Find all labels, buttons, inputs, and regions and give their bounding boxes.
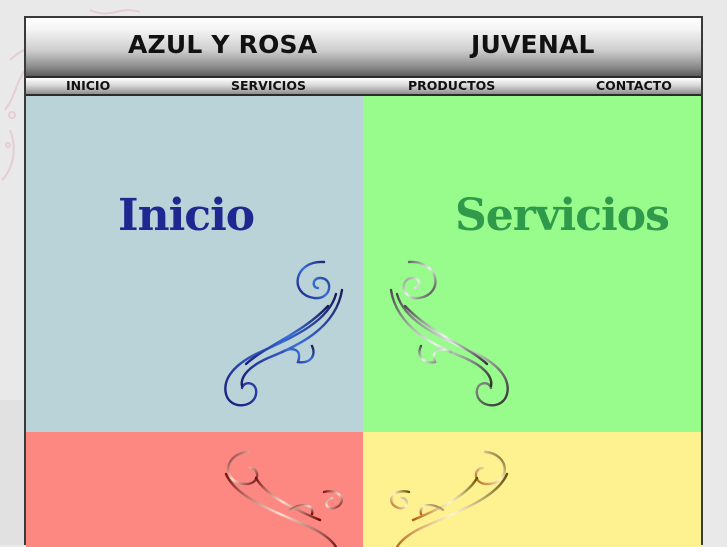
swirl-ornament-icon bbox=[389, 260, 509, 407]
brand-name-right: JUVENAL bbox=[471, 30, 595, 59]
nav-contacto[interactable]: CONTACTO bbox=[596, 78, 672, 94]
tile-contacto[interactable] bbox=[363, 432, 701, 547]
tile-title-inicio: Inicio bbox=[118, 190, 255, 241]
main-nav: INICIO SERVICIOS PRODUCTOS CONTACTO bbox=[26, 78, 701, 96]
tile-servicios[interactable]: Servicios bbox=[363, 96, 701, 432]
page-frame: AZUL Y ROSA JUVENAL INICIO SERVICIOS PRO… bbox=[24, 16, 703, 547]
swirl-ornament-icon bbox=[224, 260, 344, 407]
site-header: AZUL Y ROSA JUVENAL bbox=[26, 18, 701, 78]
tile-title-servicios: Servicios bbox=[455, 190, 670, 241]
nav-servicios[interactable]: SERVICIOS bbox=[231, 78, 306, 94]
tile-inicio[interactable]: Inicio bbox=[26, 96, 363, 432]
swirl-ornament-icon bbox=[390, 450, 509, 547]
nav-productos[interactable]: PRODUCTOS bbox=[408, 78, 495, 94]
tile-productos[interactable] bbox=[26, 432, 363, 547]
brand-name-left: AZUL Y ROSA bbox=[128, 30, 318, 59]
nav-inicio[interactable]: INICIO bbox=[66, 78, 110, 94]
swirl-ornament-icon bbox=[224, 450, 343, 547]
